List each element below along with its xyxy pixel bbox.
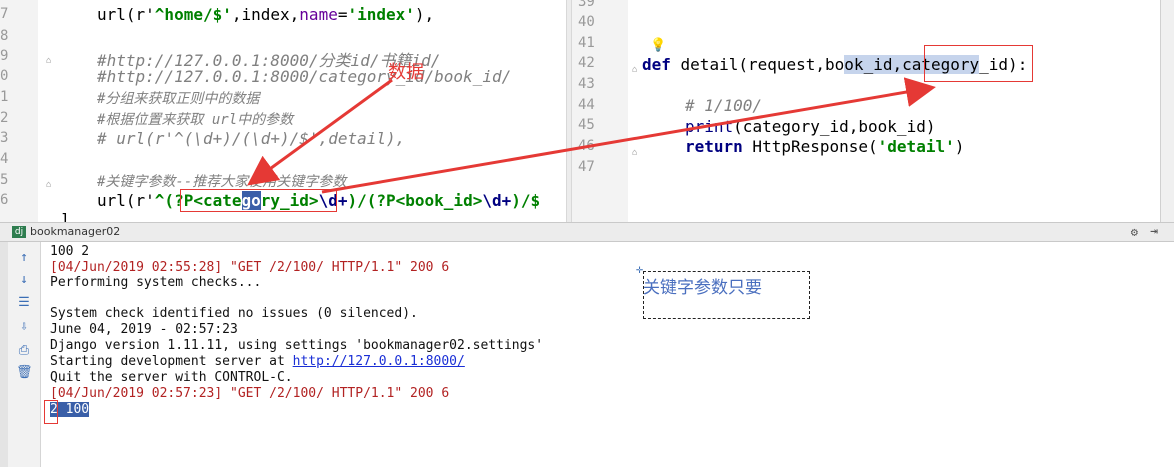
- console-line: [04/Jun/2019 02:57:23] "GET /2/100/ HTTP…: [50, 386, 450, 401]
- code-token: (category_id,book_id): [733, 117, 936, 136]
- line-number: 40: [578, 14, 595, 30]
- scroll-up-icon[interactable]: ↑: [16, 250, 32, 266]
- fold-marker-icon[interactable]: ⌂: [46, 56, 51, 66]
- fold-marker-icon[interactable]: ⌂: [632, 65, 637, 75]
- line-number: 6: [0, 192, 9, 208]
- code-token: url(r': [97, 5, 155, 24]
- line-number: 5: [0, 172, 9, 188]
- console-line: June 04, 2019 - 02:57:23: [50, 322, 238, 337]
- lightbulb-icon[interactable]: 💡: [650, 38, 666, 53]
- line-number: 0: [0, 68, 9, 84]
- left-line-gutter: 7 8 9 0 1 2 3 4 5 6: [0, 0, 38, 222]
- run-panel-header[interactable]: dj bookmanager02 ⚙ ⇥: [0, 222, 1174, 242]
- code-token: return: [685, 137, 743, 156]
- fold-marker-icon[interactable]: ⌂: [632, 148, 637, 158]
- code-token: \d+: [482, 191, 512, 210]
- trash-icon[interactable]: 🗑: [16, 365, 33, 381]
- line-number: 8: [0, 28, 9, 44]
- console-line: Django version 1.11.11, using settings '…: [50, 338, 544, 353]
- console-line: Quit the server with CONTROL-C.: [50, 370, 293, 385]
- code-token: detail(request,bo: [670, 55, 845, 74]
- console-line: Starting development server at http://12…: [50, 354, 465, 369]
- run-config-title[interactable]: bookmanager02: [30, 225, 120, 238]
- annotation-label: 数据: [388, 62, 424, 83]
- right-tool-strip[interactable]: [1160, 0, 1174, 222]
- code-line-url-index[interactable]: url(r'^home/$',index,name='index'),: [97, 5, 434, 24]
- console-text: Starting development server at: [50, 354, 293, 369]
- server-link[interactable]: http://127.0.0.1:8000/: [293, 354, 465, 369]
- run-toolbar: ↑ ↓ ☰ ⇩ ⎙ 🗑: [8, 242, 41, 467]
- line-number: 46: [578, 138, 595, 154]
- code-token: )/$: [511, 191, 541, 210]
- line-number: 9: [0, 48, 9, 64]
- code-token: ,index,: [231, 5, 300, 24]
- console-line: System check identified no issues (0 sil…: [50, 306, 418, 321]
- gear-icon[interactable]: ⚙: [1131, 225, 1138, 239]
- code-token: 'detail': [877, 137, 955, 156]
- code-comment-line[interactable]: #分组来获取正则中的数据: [97, 88, 259, 108]
- crosshair-icon: ✛: [636, 262, 644, 276]
- annotation-box-params: [924, 45, 1033, 82]
- code-comment-line[interactable]: # url(r'^(\d+)/(\d+)/$',detail),: [97, 129, 405, 148]
- code-token: 'index': [347, 5, 415, 24]
- fold-marker-icon[interactable]: ⌂: [46, 180, 51, 190]
- console-line: [04/Jun/2019 02:55:28] "GET /2/100/ HTTP…: [50, 260, 450, 275]
- scroll-to-end-icon[interactable]: ⇩: [16, 319, 32, 335]
- code-comment-line[interactable]: #http://127.0.0.1:8000/category_id/book_…: [97, 67, 511, 86]
- line-number: 1: [0, 89, 9, 105]
- line-number: 45: [578, 117, 595, 133]
- code-token: HttpResponse(: [742, 137, 878, 156]
- annotation-box-regex-group: [180, 189, 337, 212]
- line-number: 41: [578, 35, 595, 51]
- line-number: 4: [0, 151, 9, 167]
- annotation-box-output: [44, 400, 58, 424]
- hide-panel-icon[interactable]: ⇥: [1150, 224, 1158, 239]
- code-token: )/(?P<book_id>: [347, 191, 483, 210]
- line-number: 39: [578, 0, 595, 10]
- soft-wrap-icon[interactable]: ☰: [16, 295, 32, 311]
- code-token: ^home/$': [154, 5, 232, 24]
- code-token: def: [642, 55, 671, 74]
- line-number: 47: [578, 159, 595, 175]
- code-token: ),: [414, 5, 435, 24]
- code-token: url(r': [97, 191, 155, 210]
- code-token: name: [299, 5, 338, 24]
- code-token: print: [685, 117, 734, 136]
- print-icon[interactable]: ⎙: [16, 343, 32, 359]
- annotation-note-text: 关键字参数只要: [643, 278, 762, 298]
- closing-bracket: ]: [60, 210, 70, 222]
- line-number: 42: [578, 55, 595, 71]
- console-line: Performing system checks...: [50, 275, 262, 290]
- code-comment-line[interactable]: #关键字参数--推荐大家使用关键字参数: [97, 171, 346, 191]
- scroll-down-icon[interactable]: ↓: [16, 272, 32, 288]
- code-token: ): [954, 137, 965, 156]
- line-number: 43: [578, 76, 595, 92]
- console-output[interactable]: 100 2 [04/Jun/2019 02:55:28] "GET /2/100…: [41, 242, 1174, 467]
- console-line: 100 2: [50, 244, 90, 259]
- line-number: 2: [0, 110, 9, 126]
- django-icon: dj: [12, 226, 26, 238]
- right-editor-pane[interactable]: 39 40 41 42 43 44 45 46 47 💡 ⌂ ⌂ def det…: [572, 0, 1160, 222]
- line-number: 44: [578, 97, 595, 113]
- code-comment-line[interactable]: # 1/100/: [685, 96, 762, 115]
- line-number: 3: [0, 130, 9, 146]
- line-number: 7: [0, 6, 9, 22]
- code-line-return[interactable]: return HttpResponse('detail'): [685, 137, 964, 156]
- code-line-print[interactable]: print(category_id,book_id): [685, 117, 935, 136]
- right-line-gutter: 39 40 41 42 43 44 45 46 47: [572, 0, 628, 222]
- code-comment-line[interactable]: #根据位置来获取 url中的参数: [97, 109, 293, 129]
